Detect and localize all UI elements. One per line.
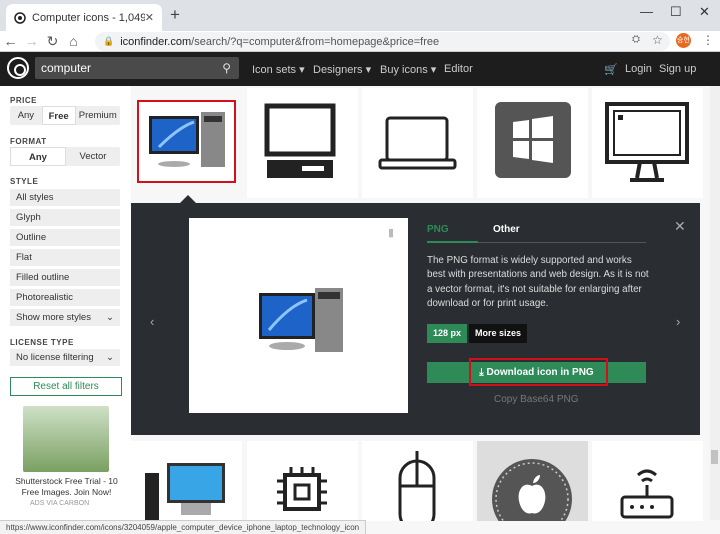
style-flat[interactable]: Flat bbox=[10, 249, 120, 266]
next-arrow-icon[interactable]: › bbox=[676, 314, 680, 329]
address-bar-row: ← → ↻ ⌂ 🔒 iconfinder.com/search/?q=compu… bbox=[0, 31, 720, 52]
router-icon bbox=[620, 469, 674, 519]
icon-windows[interactable] bbox=[477, 88, 588, 198]
lock-icon: 🔒 bbox=[103, 36, 115, 46]
scrollbar-thumb[interactable] bbox=[711, 450, 718, 464]
search-input[interactable]: computer ⚲ bbox=[35, 57, 239, 79]
more-sizes-chip[interactable]: More sizes bbox=[469, 324, 528, 343]
menu-icon-sets[interactable]: Icon sets ▾ bbox=[252, 63, 305, 76]
tab-close-icon[interactable]: ✕ bbox=[145, 11, 154, 24]
style-glyph[interactable]: Glyph bbox=[10, 209, 120, 226]
price-any[interactable]: Any bbox=[10, 106, 42, 125]
new-tab-icon[interactable]: + bbox=[170, 5, 180, 25]
format-filter: Any Vector bbox=[10, 147, 120, 166]
tab-title: Computer icons - 1,049 free & bbox=[32, 11, 145, 24]
search-value: computer bbox=[41, 61, 92, 75]
desktop-tower-icon bbox=[145, 463, 225, 521]
format-description: The PNG format is widely supported and w… bbox=[427, 255, 649, 310]
browser-menu-icon[interactable]: ⋮ bbox=[702, 33, 714, 47]
minimize-icon[interactable]: — bbox=[640, 4, 653, 19]
status-bar-url: https://www.iconfinder.com/icons/3204059… bbox=[0, 520, 367, 534]
url-field[interactable]: 🔒 iconfinder.com/search/?q=computer&from… bbox=[95, 32, 670, 51]
url-path: /search/?q=computer&from=homepage&price=… bbox=[191, 35, 440, 48]
menu-buy-icons[interactable]: Buy icons ▾ bbox=[380, 63, 436, 76]
icon-laptop-outline[interactable] bbox=[362, 88, 473, 198]
reload-icon[interactable]: ↻ bbox=[42, 33, 63, 50]
format-label: FORMAT bbox=[10, 137, 47, 146]
desktop-computer-icon bbox=[149, 112, 225, 167]
menu-editor[interactable]: Editor bbox=[444, 63, 473, 75]
search-icon[interactable]: ⚲ bbox=[222, 57, 231, 79]
size-128-chip[interactable]: 128 px bbox=[427, 324, 468, 343]
format-vector[interactable]: Vector bbox=[66, 147, 120, 166]
download-highlight-box bbox=[469, 358, 608, 386]
license-label: LICENSE TYPE bbox=[10, 338, 74, 347]
format-any[interactable]: Any bbox=[10, 147, 66, 166]
tab-other[interactable]: Other bbox=[493, 224, 520, 235]
browser-tab[interactable]: Computer icons - 1,049 free & ✕ bbox=[6, 4, 162, 31]
profile-avatar[interactable]: 승현 bbox=[676, 33, 691, 48]
icon-router[interactable] bbox=[592, 441, 703, 521]
home-icon[interactable]: ⌂ bbox=[63, 33, 84, 49]
signup-link[interactable]: Sign up bbox=[659, 63, 696, 75]
close-window-icon[interactable]: ✕ bbox=[699, 4, 710, 20]
mouse-icon bbox=[398, 451, 436, 533]
previous-arrow-icon[interactable]: ‹ bbox=[150, 314, 154, 329]
maximize-icon[interactable]: ☐ bbox=[670, 4, 682, 20]
icon-desktop-tower[interactable] bbox=[131, 441, 242, 521]
style-show-more[interactable]: Show more styles ⌄ bbox=[10, 309, 120, 326]
reset-filters-button[interactable]: Reset all filters bbox=[10, 377, 122, 396]
icon-apple[interactable] bbox=[477, 441, 588, 534]
translate-icon[interactable]: ⛭ bbox=[632, 34, 640, 45]
close-panel-icon[interactable]: ✕ bbox=[674, 218, 686, 235]
cpu-chip-icon bbox=[277, 467, 327, 511]
ad-image[interactable] bbox=[23, 406, 109, 472]
desktop-computer-preview-icon bbox=[259, 288, 343, 352]
style-photorealistic[interactable]: Photorealistic bbox=[10, 289, 120, 306]
login-link[interactable]: Login bbox=[625, 63, 652, 75]
price-filter: Any Free Premium bbox=[10, 106, 120, 125]
laptop-outline-icon bbox=[378, 116, 457, 170]
back-icon[interactable]: ← bbox=[0, 33, 21, 49]
copy-base64-link[interactable]: Copy Base64 PNG bbox=[494, 394, 579, 405]
icon-pc-outline[interactable] bbox=[247, 88, 358, 198]
tab-png-underline bbox=[427, 241, 478, 243]
license-select[interactable]: No license filtering ⌄ bbox=[10, 349, 120, 366]
price-free[interactable]: Free bbox=[41, 106, 76, 125]
style-all[interactable]: All styles bbox=[10, 189, 120, 206]
monitor-icon bbox=[605, 102, 689, 182]
icon-mouse[interactable] bbox=[362, 441, 473, 533]
tab-png[interactable]: PNG bbox=[427, 224, 449, 235]
style-outline[interactable]: Outline bbox=[10, 229, 120, 246]
icon-preview: ▮ bbox=[189, 218, 408, 413]
ad-text[interactable]: Shutterstock Free Trial - 10 Free Images… bbox=[14, 476, 119, 498]
pc-monitor-outline-icon bbox=[264, 103, 336, 178]
iconfinder-favicon-icon bbox=[14, 11, 26, 24]
cart-icon[interactable]: 🛒 bbox=[604, 63, 618, 76]
browser-titlebar: Computer icons - 1,049 free & ✕ + — ☐ ✕ bbox=[0, 0, 720, 31]
ad-via[interactable]: ADS VIA CARBON bbox=[30, 500, 89, 507]
style-label: STYLE bbox=[10, 177, 39, 186]
style-filled-outline[interactable]: Filled outline bbox=[10, 269, 120, 286]
icon-desktop-photo[interactable] bbox=[137, 100, 236, 183]
price-premium[interactable]: Premium bbox=[76, 106, 120, 125]
icon-monitor[interactable] bbox=[592, 88, 703, 198]
icon-cpu[interactable] bbox=[247, 441, 358, 521]
bookmark-star-icon[interactable]: ☆ bbox=[652, 33, 663, 47]
tab-divider bbox=[478, 242, 646, 243]
apple-logo-icon bbox=[492, 459, 572, 534]
bookmark-icon[interactable]: ▮ bbox=[388, 226, 394, 239]
menu-designers[interactable]: Designers ▾ bbox=[313, 63, 371, 76]
panel-pointer bbox=[180, 195, 196, 203]
price-label: PRICE bbox=[10, 96, 37, 105]
windows-logo-icon bbox=[495, 102, 571, 178]
url-host: iconfinder.com bbox=[120, 35, 192, 48]
forward-icon[interactable]: → bbox=[21, 33, 42, 49]
iconfinder-logo[interactable] bbox=[7, 57, 29, 79]
